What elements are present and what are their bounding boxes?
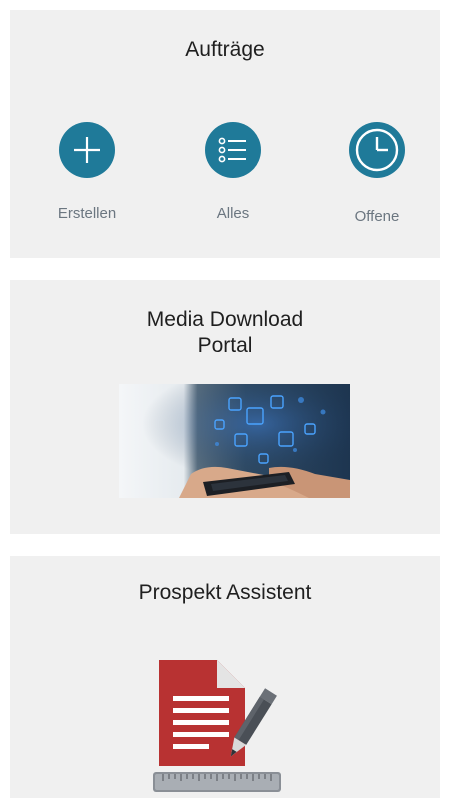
- media-title-line2: Portal: [197, 334, 253, 357]
- erstellen-label[interactable]: Erstellen: [32, 205, 142, 222]
- auftraege-card: Aufträge Erstellen Alles Offene: [10, 10, 440, 258]
- list-icon[interactable]: [205, 122, 261, 178]
- media-download-card[interactable]: Media Download Portal: [10, 280, 440, 534]
- media-title-line1: Media Download: [146, 308, 304, 331]
- prospekt-assistent-card[interactable]: Prospekt Assistent: [10, 556, 440, 798]
- offene-label[interactable]: Offene: [322, 208, 432, 225]
- clock-icon[interactable]: [349, 122, 405, 178]
- media-download-title: Media Download Portal: [10, 307, 440, 359]
- document-pencil-ruler-icon[interactable]: [145, 660, 295, 796]
- erstellen-button[interactable]: Erstellen: [32, 122, 142, 222]
- prospekt-assistent-title: Prospekt Assistent: [138, 581, 312, 604]
- alles-button[interactable]: Alles: [178, 122, 288, 222]
- offene-button[interactable]: Offene: [322, 122, 432, 225]
- auftraege-title: Aufträge: [185, 38, 265, 61]
- alles-label[interactable]: Alles: [178, 205, 288, 222]
- plus-icon[interactable]: [59, 122, 115, 178]
- media-download-image[interactable]: [119, 384, 350, 498]
